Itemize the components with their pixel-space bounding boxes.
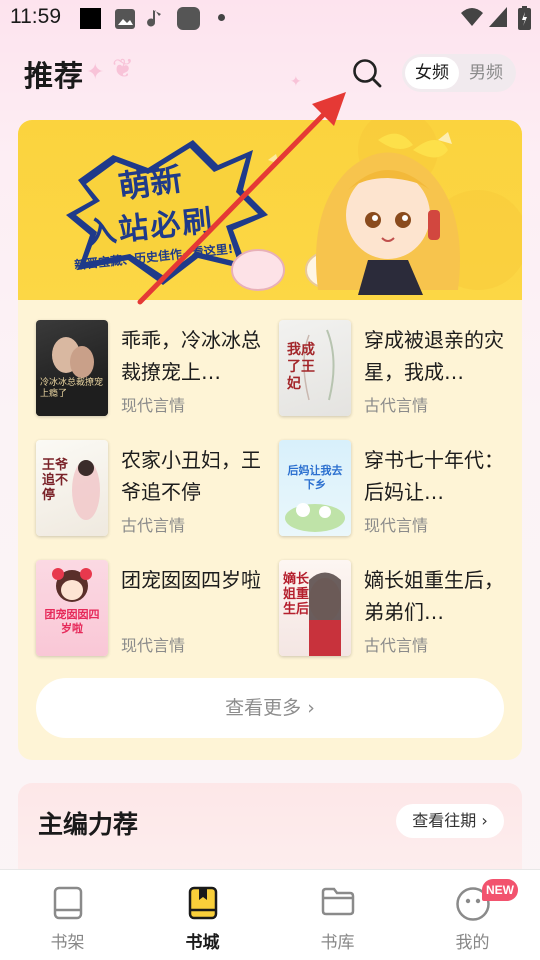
nav-label: 书库 [320,933,355,953]
book-cover-text: 我成了王妃 [287,342,315,392]
nav-label: 我的 [455,933,490,953]
book-cover-text: 后妈让我去下乡 [287,464,343,491]
book-item[interactable]: 团宠囡囡四岁啦 团宠囡囡四岁啦 现代言情 [36,560,276,660]
section-title: 主编力荐 [38,810,139,839]
book-title: 农家小丑妇，王爷追不停 [121,448,261,504]
folder-icon [321,887,354,916]
book-cover-text: 嫡长姐重生后 [283,572,310,617]
book-title: 穿书七十年代：后妈让… [364,448,504,504]
search-button[interactable] [350,56,384,90]
view-more-button[interactable]: 查看更多 › [36,678,504,738]
editor-picks-section: 主编力荐 查看往期 › [18,783,522,883]
nav-library[interactable]: 书库 [270,870,405,960]
anime-girl-illustration [316,133,460,295]
app-round-notification-icon [177,7,200,30]
nav-label: 书架 [50,933,85,953]
book-item[interactable]: 王爷追不停 农家小丑妇，王爷追不停 古代言情 [36,440,276,540]
newcomer-banner[interactable]: 萌新 入站必刷 新晋宝藏、历史佳作~看这里! [18,120,522,300]
book-title: 团宠囡囡四岁啦 [121,568,261,592]
book-item[interactable]: 嫡长姐重生后 嫡长姐重生后，弟弟们… 古代言情 [279,560,519,660]
view-past-button[interactable]: 查看往期 › [396,804,504,838]
wifi-icon [460,7,484,31]
nav-profile[interactable]: 我的 [405,870,540,960]
book-genre: 现代言情 [121,396,186,415]
more-notifications-icon [218,14,225,21]
status-time: 11:59 [10,5,61,28]
newcomer-recommend-card: 萌新 入站必刷 新晋宝藏、历史佳作~看这里! 冷冰冰总裁撩宠上瘾了 乖乖，冷冰冰… [18,120,522,760]
nav-bookshelf[interactable]: 书架 [0,870,135,960]
book-cover-text: 团宠囡囡四岁啦 [44,608,100,635]
book-genre: 古代言情 [121,516,186,535]
book-item[interactable]: 冷冰冰总裁撩宠上瘾了 乖乖，冷冰冰总裁撩宠上… 现代言情 [36,320,276,420]
book-cover: 后妈让我去下乡 [279,440,351,536]
book-cover-text: 冷冰冰总裁撩宠上瘾了 [40,378,104,399]
book-cover: 我成了王妃 [279,320,351,416]
book-cover: 王爷追不停 [36,440,108,536]
butterfly-decoration: ❦ [112,54,134,84]
nav-bookstore[interactable]: 书城 [135,870,270,960]
gender-toggle: 女频 男频 [402,54,516,92]
battery-icon [518,6,531,34]
book-item[interactable]: 我成了王妃 穿成被退亲的灾星，我成… 古代言情 [279,320,519,420]
image-notification-icon [114,8,136,34]
book-genre: 古代言情 [364,396,429,415]
signal-icon [488,6,508,32]
sparkle-decoration: ✦ [86,60,105,85]
music-notification-icon [145,8,167,34]
book-title: 穿成被退亲的灾星，我成… [364,328,504,384]
app-notification-icon [80,8,101,29]
book-genre: 现代言情 [364,516,429,535]
bookstore-icon [188,886,217,920]
sparkle-decoration: ✦ [290,74,302,90]
book-title: 乖乖，冷冰冰总裁撩宠上… [121,328,261,384]
book-genre: 古代言情 [364,636,429,655]
book-cover: 嫡长姐重生后 [279,560,351,656]
tab-female[interactable]: 女频 [405,57,459,89]
nav-label: 书城 [185,933,220,953]
new-badge: NEW [482,879,518,901]
book-cover-text: 王爷追不停 [42,458,69,503]
status-bar: 11:59 [0,0,540,36]
book-cover: 冷冰冰总裁撩宠上瘾了 [36,320,108,416]
book-title: 嫡长姐重生后，弟弟们… [364,568,504,624]
bottom-nav: 书架 书城 书库 我的 [0,869,540,960]
tab-male[interactable]: 男频 [459,57,513,89]
search-icon [353,59,382,88]
book-item[interactable]: 后妈让我去下乡 穿书七十年代：后妈让… 现代言情 [279,440,519,540]
bookshelf-icon [53,886,82,920]
book-cover: 团宠囡囡四岁啦 [36,560,108,656]
book-genre: 现代言情 [121,636,186,655]
page-title: 推荐 [24,59,85,93]
